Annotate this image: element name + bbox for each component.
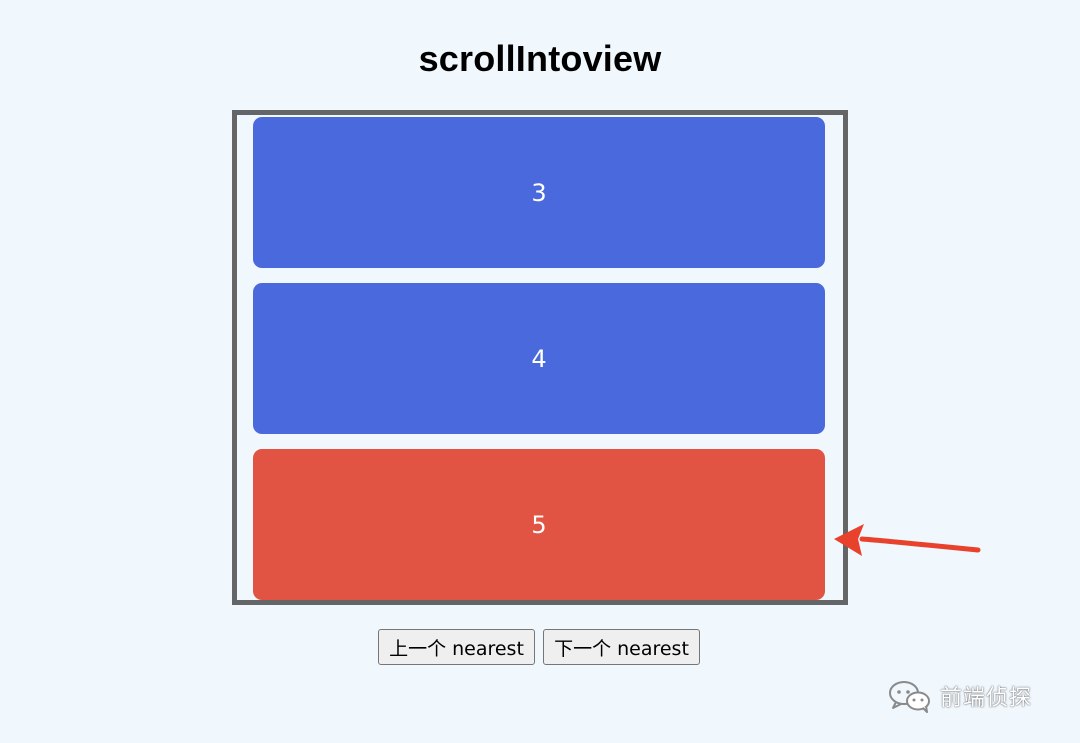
wechat-icon: [889, 681, 930, 713]
list-item-card-4: 4: [253, 283, 825, 434]
prev-nearest-button[interactable]: 上一个 nearest: [378, 629, 535, 665]
scroll-container[interactable]: 3 4 5: [232, 110, 848, 605]
next-nearest-button[interactable]: 下一个 nearest: [543, 629, 700, 665]
watermark-text: 前端侦探: [940, 686, 1033, 711]
page-title: scrollIntoview: [418, 38, 662, 79]
list-item-card-5-active: 5: [253, 449, 825, 600]
watermark: 前端侦探: [888, 676, 1032, 716]
arrow-left-icon: [834, 524, 981, 556]
list-item-card-3: 3: [253, 117, 825, 268]
